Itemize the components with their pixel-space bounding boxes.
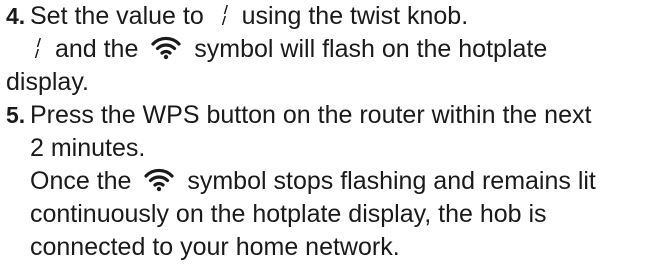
step-5-number: 5. bbox=[6, 102, 26, 128]
step-5-line-5: connected to your home network. bbox=[30, 233, 400, 261]
step-5-line-3: Once the symbol stops flashing and remai… bbox=[30, 165, 670, 198]
step-4-line-1: Set the value to using the twist knob. bbox=[30, 0, 670, 33]
wifi-icon bbox=[144, 168, 175, 192]
step-4-line-1-before: Set the value to bbox=[30, 2, 204, 30]
step-4-line-2-after: symbol will flash on the hotplate bbox=[194, 35, 548, 63]
step-5-line-4: continuously on the hotplate display, th… bbox=[30, 200, 547, 228]
step-4-number: 4. bbox=[6, 3, 26, 29]
step-5-line-1: Press the WPS button on the router withi… bbox=[30, 101, 592, 129]
display-digit-one-icon bbox=[221, 5, 228, 25]
display-digit-one-icon bbox=[34, 38, 41, 58]
step-4-line-1-after: using the twist knob. bbox=[241, 2, 469, 30]
step-5-line-2: 2 minutes. bbox=[30, 134, 146, 162]
step-5-line-3-after: symbol stops flashing and remains lit bbox=[187, 167, 596, 195]
step-4-line-3: display. bbox=[6, 68, 89, 96]
step-4-line-2: and the symbol will flash on the hotplat… bbox=[30, 33, 670, 66]
wifi-icon bbox=[151, 36, 181, 60]
step-4-body: Set the value to using the twist knob. a… bbox=[6, 0, 670, 99]
step-4-line-2-mid: and the bbox=[54, 35, 139, 63]
step-5-line-3-before: Once the bbox=[30, 167, 132, 195]
step-5-body: Press the WPS button on the router withi… bbox=[30, 99, 670, 264]
